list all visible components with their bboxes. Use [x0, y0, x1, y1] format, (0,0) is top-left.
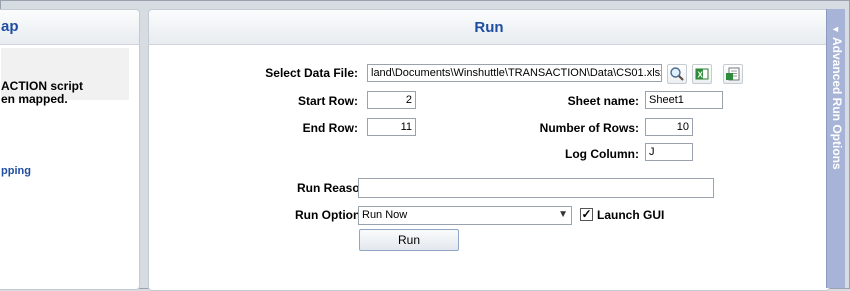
chevron-down-icon: ▼: [558, 209, 568, 220]
start-row-label: Start Row:: [298, 94, 358, 108]
excel-sheet-icon[interactable]: [723, 64, 743, 84]
end-row-label: End Row:: [302, 121, 358, 135]
launch-gui-checkbox[interactable]: ✓: [580, 208, 593, 221]
left-panel-note: ACTION script en mapped.: [1, 48, 129, 106]
left-note-line2: en mapped.: [1, 92, 68, 106]
start-row-input[interactable]: 2: [367, 91, 416, 109]
run-options-selected-value: Run Now: [362, 209, 408, 221]
svg-text:X: X: [698, 71, 704, 80]
log-column-input[interactable]: J: [645, 143, 693, 161]
run-panel-title: Run: [474, 19, 504, 36]
excel-icon[interactable]: X: [692, 64, 712, 84]
launch-gui-label: Launch GUI: [597, 208, 665, 222]
collapse-arrow-icon[interactable]: ◄: [831, 24, 840, 34]
num-rows-input[interactable]: 10: [645, 118, 693, 136]
run-options-select[interactable]: Run Now ▼: [358, 206, 572, 225]
sheet-name-input[interactable]: Sheet1: [645, 91, 723, 109]
advanced-run-options-panel-toggle[interactable]: ◄ Advanced Run Options: [826, 9, 845, 288]
data-file-label: Select Data File:: [265, 66, 358, 80]
sheet-name-label: Sheet name:: [567, 94, 639, 108]
mapping-link[interactable]: pping: [1, 165, 31, 177]
advanced-run-options-label: Advanced Run Options: [830, 37, 844, 170]
run-panel: Run Select Data File: land\Documents\Win…: [148, 9, 830, 291]
left-panel-title: ap: [1, 18, 19, 35]
run-reason-input[interactable]: [358, 178, 714, 198]
data-file-input[interactable]: land\Documents\Winshuttle\TRANSACTION\Da…: [367, 64, 662, 82]
left-panel-header: ap: [0, 10, 139, 45]
run-panel-header: Run: [149, 10, 829, 45]
magnifier-icon[interactable]: [667, 64, 687, 84]
run-button[interactable]: Run: [359, 229, 459, 251]
left-panel: ap ACTION script en mapped. pping: [0, 9, 140, 290]
log-column-label: Log Column:: [565, 147, 639, 161]
end-row-input[interactable]: 11: [367, 118, 416, 136]
num-rows-label: Number of Rows:: [539, 121, 639, 135]
